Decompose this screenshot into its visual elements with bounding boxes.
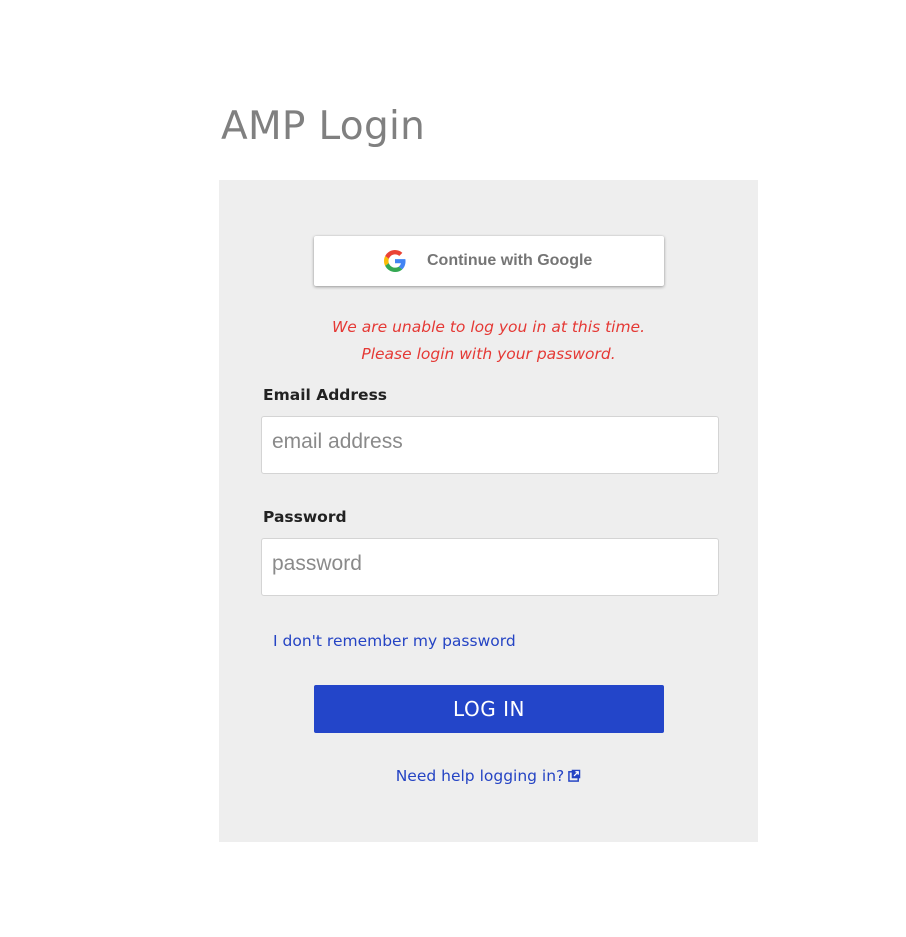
error-line-1: We are unable to log you in at this time… (331, 318, 646, 336)
forgot-password-link[interactable]: I don't remember my password (273, 632, 516, 650)
password-label: Password (263, 508, 347, 526)
login-page: AMP Login Continue with Google We are un… (0, 0, 906, 937)
login-panel: Continue with Google We are unable to lo… (219, 180, 758, 842)
continue-with-google-button[interactable]: Continue with Google (314, 236, 664, 286)
email-label: Email Address (263, 386, 388, 404)
help-link-label: Need help logging in? (395, 767, 565, 785)
page-title: AMP Login (221, 104, 426, 149)
login-button[interactable]: LOG IN (314, 685, 664, 733)
error-line-2: Please login with your password. (361, 345, 616, 363)
email-field[interactable] (261, 416, 719, 474)
error-message: We are unable to log you in at this time… (219, 314, 758, 368)
google-button-label: Continue with Google (427, 252, 593, 269)
help-link[interactable]: Need help logging in? (219, 767, 758, 785)
google-g-icon (384, 250, 406, 272)
external-link-icon (568, 769, 581, 782)
password-field[interactable] (261, 538, 719, 596)
